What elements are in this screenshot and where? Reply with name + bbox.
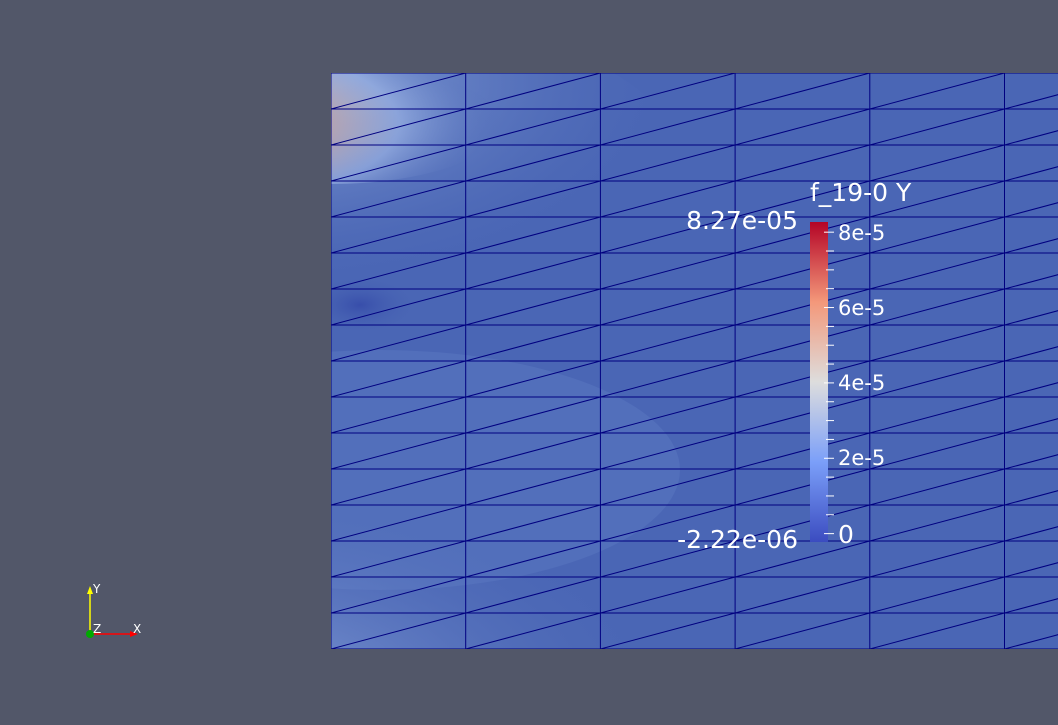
colorbar-tick-label: 4e-5	[838, 371, 886, 395]
mesh-glow-bottom	[331, 480, 680, 649]
x-axis-label: X	[133, 622, 142, 636]
colorbar-tick-label: 0	[838, 520, 854, 549]
colorbar-max-label: 8.27e-05	[686, 206, 798, 235]
mesh-surface	[331, 73, 1058, 649]
colorbar-min-label: -2.22e-06	[677, 525, 798, 554]
mesh-render	[86, 73, 1058, 649]
z-axis-label: Z	[93, 622, 102, 636]
colorbar-tick-label: 8e-5	[838, 221, 886, 245]
colorbar-gradient	[810, 222, 828, 542]
colorbar-tick-label: 6e-5	[838, 296, 886, 320]
y-axis-label: Y	[93, 582, 101, 596]
mesh-dark-spot	[331, 275, 420, 335]
colorbar-title: f_19-0 Y	[810, 178, 912, 207]
colorbar-tick-label: 2e-5	[838, 446, 886, 470]
render-viewport[interactable]: f_19-0 Y 8.27e-05 -2.22e-06 8e-5 6e-5 4e…	[0, 0, 1058, 725]
